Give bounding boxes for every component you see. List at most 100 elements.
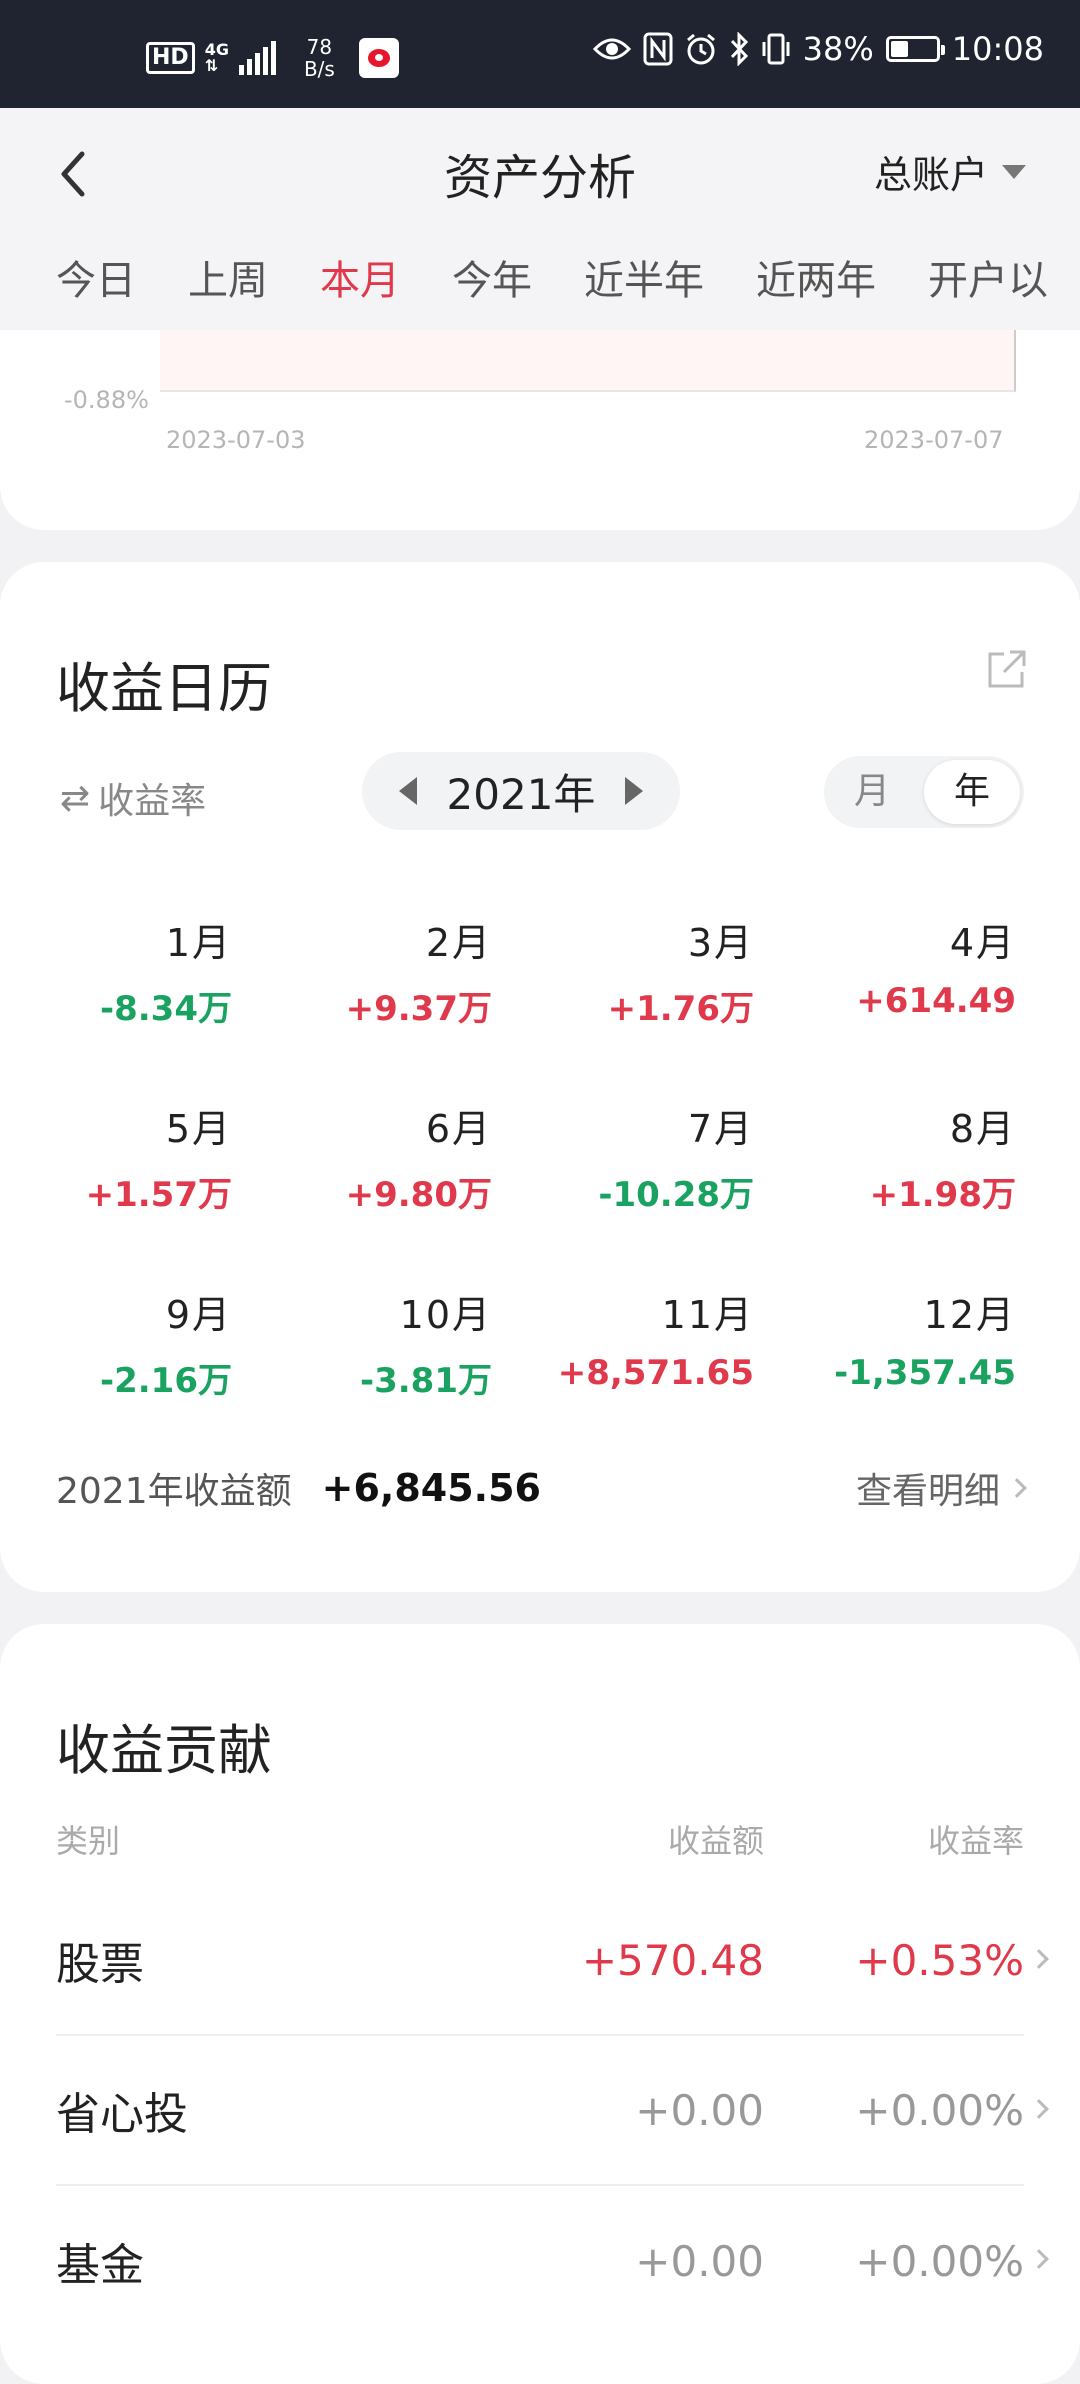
month-value: +614.49 bbox=[856, 981, 1016, 1021]
month-value: +1.76万 bbox=[607, 989, 754, 1029]
month-cell[interactable]: 7月 -10.28万 bbox=[492, 1098, 754, 1216]
month-name: 11月 bbox=[661, 1293, 754, 1337]
month-name: 6月 bbox=[425, 1107, 492, 1151]
chart-x-start: 2023-07-03 bbox=[166, 426, 306, 454]
alarm-icon bbox=[686, 33, 715, 65]
app-header: 资产分析 总账户 今日 上周 本月 今年 近半年 近两年 开户以 bbox=[0, 108, 1080, 330]
seg-month[interactable]: 月 bbox=[824, 760, 920, 824]
col-category: 类别 bbox=[56, 1822, 121, 1860]
account-label: 总账户 bbox=[873, 153, 988, 197]
weibo-icon bbox=[358, 38, 399, 78]
vibrate-icon bbox=[762, 33, 790, 65]
tab-since-open[interactable]: 开户以 bbox=[928, 248, 1048, 306]
chevron-right-icon bbox=[1029, 2099, 1049, 2119]
seg-year[interactable]: 年 bbox=[924, 760, 1020, 824]
year-total-row: 2021年收益额 +6,845.56 查看明细 bbox=[56, 1462, 1027, 1514]
swap-icon: ⇄ bbox=[60, 777, 91, 819]
dropdown-caret-icon bbox=[1002, 164, 1026, 179]
eye-icon bbox=[592, 38, 631, 60]
month-cell[interactable]: 9月 -2.16万 bbox=[0, 1284, 232, 1402]
month-name: 4月 bbox=[949, 921, 1016, 965]
month-cell[interactable]: 5月 +1.57万 bbox=[0, 1098, 232, 1216]
col-amount: 收益额 bbox=[667, 1822, 764, 1860]
network-speed: 78 B/s bbox=[303, 35, 335, 81]
month-cell[interactable]: 4月 +614.49 bbox=[754, 912, 1016, 1021]
contribution-row-funds[interactable]: 基金 +0.00 +0.00% bbox=[56, 2186, 1049, 2336]
tab-half-year[interactable]: 近半年 bbox=[584, 248, 704, 306]
month-cell[interactable]: 2月 +9.37万 bbox=[230, 912, 492, 1030]
returns-calendar-card: 收益日历 ⇄ 收益率 2021年 月 年 1月 -8.34万 2月 +9.37万 3月 +… bbox=[0, 562, 1080, 1592]
view-detail-link[interactable]: 查看明细 bbox=[856, 1462, 1027, 1514]
tab-this-month[interactable]: 本月 bbox=[320, 248, 400, 306]
contribution-header: 类别 收益额 收益率 bbox=[56, 1816, 1024, 1862]
chart-x-end: 2023-07-07 bbox=[864, 426, 1004, 454]
month-value: -2.16万 bbox=[100, 1361, 232, 1401]
row-rate: +0.00% bbox=[855, 2085, 1024, 2135]
tab-last-week[interactable]: 上周 bbox=[188, 248, 268, 306]
month-name: 9月 bbox=[165, 1293, 232, 1337]
month-name: 5月 bbox=[165, 1107, 232, 1151]
status-bar: HD 4G ⇅ 78 B/s 38% 10:08 bbox=[0, 0, 1080, 108]
hd-indicator: HD bbox=[146, 42, 195, 74]
external-link-icon[interactable] bbox=[984, 648, 1028, 692]
month-cell[interactable]: 1月 -8.34万 bbox=[0, 912, 232, 1030]
battery-icon bbox=[885, 36, 945, 62]
status-left: HD 4G ⇅ 78 B/s bbox=[146, 36, 399, 80]
month-value: +1.98万 bbox=[869, 1175, 1016, 1215]
returns-contribution-card: 收益贡献 类别 收益额 收益率 股票 +570.48 +0.53% 省心投 +0… bbox=[0, 1624, 1080, 2384]
month-cell[interactable]: 8月 +1.98万 bbox=[754, 1098, 1016, 1216]
year-total-label: 2021年收益额 bbox=[56, 1471, 292, 1512]
contribution-title: 收益贡献 bbox=[56, 1719, 272, 1782]
clock: 10:08 bbox=[951, 30, 1044, 68]
row-category: 省心投 bbox=[56, 2089, 188, 2140]
tab-two-years[interactable]: 近两年 bbox=[756, 248, 876, 306]
row-amount: +570.48 bbox=[581, 1935, 764, 1985]
month-cell[interactable]: 10月 -3.81万 bbox=[230, 1284, 492, 1402]
tab-this-year[interactable]: 今年 bbox=[452, 248, 532, 306]
network-type: 4G ⇅ bbox=[204, 40, 229, 75]
month-value: -3.81万 bbox=[360, 1361, 492, 1401]
chevron-right-icon bbox=[1007, 1478, 1027, 1498]
month-cell[interactable]: 12月 -1,357.45 bbox=[754, 1284, 1016, 1393]
month-name: 3月 bbox=[687, 921, 754, 965]
contribution-row-stocks[interactable]: 股票 +570.48 +0.53% bbox=[56, 1886, 1049, 2036]
month-name: 8月 bbox=[949, 1107, 1016, 1151]
calendar-title: 收益日历 bbox=[56, 657, 272, 720]
chart-y-label: -0.88% bbox=[64, 386, 149, 414]
month-value: -8.34万 bbox=[100, 989, 232, 1029]
month-value: +8,571.65 bbox=[557, 1353, 754, 1393]
month-value: +9.37万 bbox=[345, 989, 492, 1029]
col-rate: 收益率 bbox=[927, 1822, 1024, 1860]
month-name: 10月 bbox=[399, 1293, 492, 1337]
row-rate: +0.53% bbox=[855, 1935, 1024, 1985]
tab-today[interactable]: 今日 bbox=[56, 248, 136, 306]
month-cell[interactable]: 3月 +1.76万 bbox=[492, 912, 754, 1030]
month-name: 2月 bbox=[425, 921, 492, 965]
signal-icon bbox=[238, 41, 276, 75]
month-name: 7月 bbox=[687, 1107, 754, 1151]
row-amount: +0.00 bbox=[635, 2085, 764, 2135]
year-selector: 2021年 bbox=[362, 752, 680, 830]
month-value: -10.28万 bbox=[598, 1175, 754, 1215]
row-rate: +0.00% bbox=[855, 2236, 1024, 2286]
nfc-icon bbox=[643, 32, 673, 66]
prev-year-icon[interactable] bbox=[398, 777, 417, 805]
chevron-right-icon bbox=[1029, 2249, 1049, 2269]
account-selector[interactable]: 总账户 bbox=[874, 144, 1026, 199]
bluetooth-icon bbox=[730, 32, 748, 66]
month-value: +9.80万 bbox=[345, 1175, 492, 1215]
month-year-toggle: 月 年 bbox=[824, 756, 1024, 828]
month-cell[interactable]: 11月 +8,571.65 bbox=[492, 1284, 754, 1393]
next-year-icon[interactable] bbox=[625, 777, 644, 805]
month-name: 1月 bbox=[165, 921, 232, 965]
row-category: 基金 bbox=[56, 2240, 144, 2291]
period-tabs: 今日 上周 本月 今年 近半年 近两年 开户以 bbox=[56, 248, 1080, 306]
ratio-toggle[interactable]: ⇄ 收益率 bbox=[60, 772, 206, 824]
contribution-row-managed[interactable]: 省心投 +0.00 +0.00% bbox=[56, 2036, 1049, 2186]
returns-chart-plot[interactable] bbox=[160, 328, 1016, 392]
year-label: 2021年 bbox=[446, 769, 596, 819]
chevron-right-icon bbox=[1029, 1949, 1049, 1969]
row-amount: +0.00 bbox=[635, 2236, 764, 2286]
month-value: +1.57万 bbox=[85, 1175, 232, 1215]
month-cell[interactable]: 6月 +9.80万 bbox=[230, 1098, 492, 1216]
